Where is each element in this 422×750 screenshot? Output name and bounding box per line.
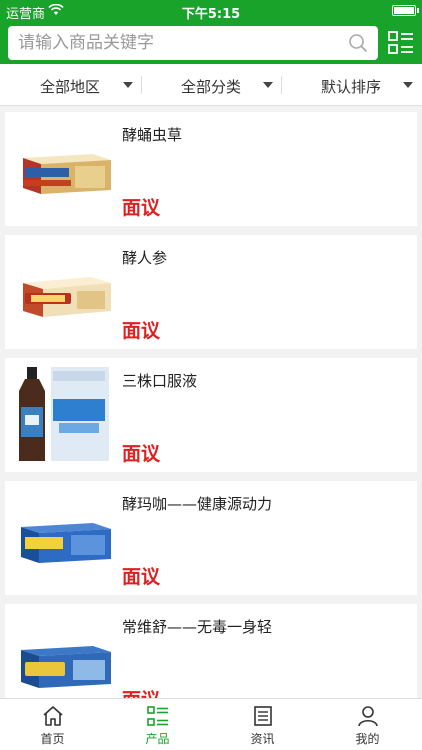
tab-profile-label: 我的 [355,732,380,746]
category-menu-icon[interactable] [388,30,414,56]
filter-sort[interactable]: 默认排序 [281,64,421,106]
search-input[interactable] [18,26,338,60]
product-image [19,367,109,461]
product-card[interactable]: 三株口服液 面议 [5,358,417,472]
filter-bar: 全部地区 全部分类 默认排序 [0,64,422,106]
chevron-down-icon [403,82,413,88]
filter-region-label: 全部地区 [40,78,101,96]
product-price: 面议 [122,566,161,588]
clock: 下午5:15 [181,7,241,22]
product-price: 面议 [122,320,161,342]
product-image [23,154,111,194]
product-price: 面议 [122,685,160,698]
user-icon [358,706,378,727]
product-list: 酵蛹虫草 面议 酵人参 面议 三株口服液 面议 酵玛咖——健康源动力 面议 常维… [0,106,422,698]
product-card[interactable]: 酵玛咖——健康源动力 面议 [5,481,417,595]
product-image [23,277,111,317]
tab-profile[interactable]: 我的 [315,699,420,750]
tab-home[interactable]: 首页 [0,699,105,750]
product-name: 常维舒——无毒一身轻 [122,618,273,636]
product-image [21,523,111,563]
filter-region[interactable]: 全部地区 [0,64,140,106]
news-icon [254,706,272,726]
chevron-down-icon [123,82,133,88]
home-icon [43,706,63,726]
tab-news[interactable]: 资讯 [210,699,315,750]
product-card[interactable]: 酵人参 面议 [5,235,417,349]
product-image [21,646,111,688]
bottom-tab-bar: 首页 产品 资讯 我的 [0,698,422,750]
filter-category[interactable]: 全部分类 [141,64,281,106]
product-name: 酵玛咖——健康源动力 [122,495,273,513]
chevron-down-icon [263,82,273,88]
product-card[interactable]: 酵蛹虫草 面议 [5,112,417,226]
search-box[interactable] [8,26,378,60]
product-card[interactable]: 常维舒——无毒一身轻 面议 [5,604,417,698]
search-icon[interactable] [348,33,368,53]
product-name: 酵人参 [122,249,168,267]
tab-products-label: 产品 [145,732,170,746]
product-name: 酵蛹虫草 [122,126,183,144]
product-grid-icon [147,706,168,726]
status-bar: 运营商 下午5:15 [0,0,422,22]
filter-category-label: 全部分类 [181,78,242,96]
product-name: 三株口服液 [122,372,198,390]
battery-icon [392,5,416,16]
header [0,22,422,64]
tab-products[interactable]: 产品 [105,699,210,750]
filter-sort-label: 默认排序 [321,78,382,96]
product-price: 面议 [122,443,161,465]
tab-home-label: 首页 [40,732,65,746]
battery-tip [417,8,419,13]
tab-news-label: 资讯 [250,732,275,746]
product-price: 面议 [122,197,161,219]
